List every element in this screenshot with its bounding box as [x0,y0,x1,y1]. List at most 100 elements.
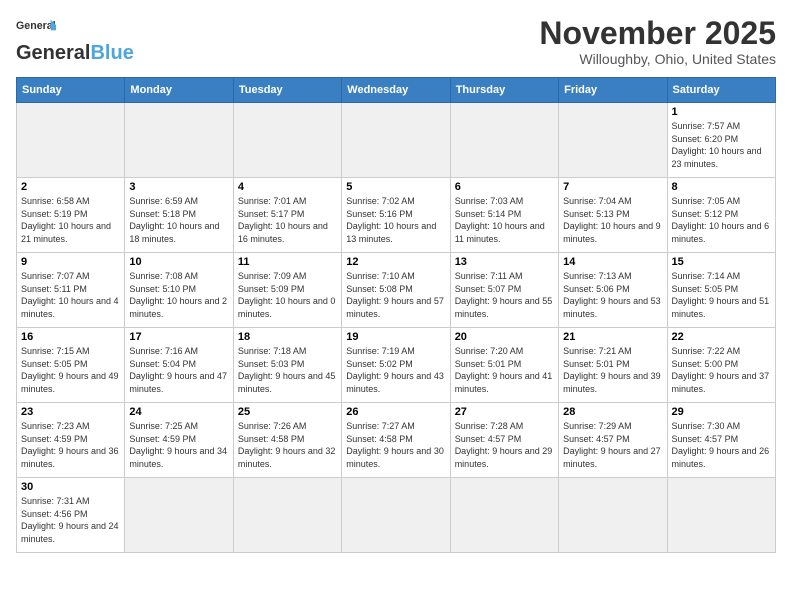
calendar-cell [233,103,341,178]
calendar-cell: 6Sunrise: 7:03 AM Sunset: 5:14 PM Daylig… [450,178,558,253]
week-row-4: 16Sunrise: 7:15 AM Sunset: 5:05 PM Dayli… [17,328,776,403]
weekday-header-tuesday: Tuesday [233,78,341,103]
day-number: 18 [238,331,337,343]
calendar-cell: 27 Sunrise: 7:28 AM Sunset: 4:57 PM Dayli… [450,403,558,478]
day-info: Sunrise: 7:20 AM Sunset: 5:01 PM Dayligh… [455,345,554,395]
weekday-header-row: SundayMondayTuesdayWednesdayThursdayFrid… [17,78,776,103]
weekday-header-monday: Monday [125,78,233,103]
calendar-cell: 13Sunrise: 7:11 AM Sunset: 5:07 PM Dayli… [450,253,558,328]
weekday-header-wednesday: Wednesday [342,78,450,103]
day-number: 11 [238,256,337,268]
day-info: Sunrise: 7:29 AM Sunset: 4:57 PM Dayligh… [563,420,662,470]
week-row-1: 1Sunrise: 7:57 AM Sunset: 6:20 PM Daylig… [17,103,776,178]
calendar-cell: 7Sunrise: 7:04 AM Sunset: 5:13 PM Daylig… [559,178,667,253]
day-info: Sunrise: 7:25 AM Sunset: 4:59 PM Dayligh… [129,420,228,470]
calendar-table: SundayMondayTuesdayWednesdayThursdayFrid… [16,77,776,553]
calendar-cell: 10 Sunrise: 7:08 AM Sunset: 5:10 PM Dayli… [125,253,233,328]
day-info: Sunrise: 7:09 AM Sunset: 5:09 PM Dayligh… [238,270,337,320]
day-number: 28 [563,406,662,418]
day-number: 14 [563,256,662,268]
day-number: 10 [129,256,228,268]
day-number: 9 [21,256,120,268]
day-info: Sunrise: 7:08 AM Sunset: 5:10 PM Dayligh… [129,270,228,320]
day-number: 23 [21,406,120,418]
logo-icon: General [16,16,56,38]
calendar-cell: 20 Sunrise: 7:20 AM Sunset: 5:01 PM Dayli… [450,328,558,403]
day-info: Sunrise: 6:59 AM Sunset: 5:18 PM Dayligh… [129,195,228,245]
calendar-cell [559,478,667,553]
day-info: Sunrise: 7:22 AM Sunset: 5:00 PM Dayligh… [672,345,771,395]
calendar-cell: 3 Sunrise: 6:59 AM Sunset: 5:18 PM Daylig… [125,178,233,253]
day-number: 19 [346,331,445,343]
calendar-cell: 30 Sunrise: 7:31 AM Sunset: 4:56 PM Dayli… [17,478,125,553]
day-info: Sunrise: 7:07 AM Sunset: 5:11 PM Dayligh… [21,270,120,320]
calendar-cell: 24 Sunrise: 7:25 AM Sunset: 4:59 PM Dayli… [125,403,233,478]
calendar-cell: 12 Sunrise: 7:10 AM Sunset: 5:08 PM Dayli… [342,253,450,328]
week-row-6: 30 Sunrise: 7:31 AM Sunset: 4:56 PM Dayli… [17,478,776,553]
day-number: 27 [455,406,554,418]
month-title: November 2025 [539,16,776,51]
day-number: 24 [129,406,228,418]
day-info: Sunrise: 7:28 AM Sunset: 4:57 PM Dayligh… [455,420,554,470]
calendar-cell: 18 Sunrise: 7:18 AM Sunset: 5:03 PM Dayli… [233,328,341,403]
day-info: Sunrise: 6:58 AM Sunset: 5:19 PM Dayligh… [21,195,120,245]
day-number: 25 [238,406,337,418]
week-row-5: 23Sunrise: 7:23 AM Sunset: 4:59 PM Dayli… [17,403,776,478]
day-number: 30 [21,481,120,493]
day-info: Sunrise: 7:02 AM Sunset: 5:16 PM Dayligh… [346,195,445,245]
day-info: Sunrise: 7:10 AM Sunset: 5:08 PM Dayligh… [346,270,445,320]
day-info: Sunrise: 7:14 AM Sunset: 5:05 PM Dayligh… [672,270,771,320]
day-info: Sunrise: 7:15 AM Sunset: 5:05 PM Dayligh… [21,345,120,395]
weekday-header-sunday: Sunday [17,78,125,103]
calendar-cell [17,103,125,178]
weekday-header-thursday: Thursday [450,78,558,103]
calendar-cell: 17Sunrise: 7:16 AM Sunset: 5:04 PM Dayli… [125,328,233,403]
weekday-header-saturday: Saturday [667,78,775,103]
calendar-cell [450,478,558,553]
day-info: Sunrise: 7:31 AM Sunset: 4:56 PM Dayligh… [21,495,120,545]
day-number: 15 [672,256,771,268]
calendar-cell [667,478,775,553]
day-number: 3 [129,181,228,193]
day-info: Sunrise: 7:18 AM Sunset: 5:03 PM Dayligh… [238,345,337,395]
calendar-cell [450,103,558,178]
day-number: 26 [346,406,445,418]
calendar-cell: 4Sunrise: 7:01 AM Sunset: 5:17 PM Daylig… [233,178,341,253]
day-number: 12 [346,256,445,268]
day-number: 1 [672,106,771,118]
week-row-2: 2 Sunrise: 6:58 AM Sunset: 5:19 PM Daylig… [17,178,776,253]
day-number: 29 [672,406,771,418]
day-number: 5 [346,181,445,193]
day-info: Sunrise: 7:16 AM Sunset: 5:04 PM Dayligh… [129,345,228,395]
calendar-cell: 1Sunrise: 7:57 AM Sunset: 6:20 PM Daylig… [667,103,775,178]
calendar-cell: 5 Sunrise: 7:02 AM Sunset: 5:16 PM Daylig… [342,178,450,253]
calendar-cell: 2 Sunrise: 6:58 AM Sunset: 5:19 PM Daylig… [17,178,125,253]
week-row-3: 9 Sunrise: 7:07 AM Sunset: 5:11 PM Daylig… [17,253,776,328]
calendar-cell: 22 Sunrise: 7:22 AM Sunset: 5:00 PM Dayli… [667,328,775,403]
calendar-cell [233,478,341,553]
day-number: 6 [455,181,554,193]
svg-text:General: General [16,20,56,32]
calendar-cell: 14Sunrise: 7:13 AM Sunset: 5:06 PM Dayli… [559,253,667,328]
day-info: Sunrise: 7:11 AM Sunset: 5:07 PM Dayligh… [455,270,554,320]
calendar-cell: 8Sunrise: 7:05 AM Sunset: 5:12 PM Daylig… [667,178,775,253]
day-info: Sunrise: 7:30 AM Sunset: 4:57 PM Dayligh… [672,420,771,470]
calendar-cell [342,478,450,553]
day-info: Sunrise: 7:04 AM Sunset: 5:13 PM Dayligh… [563,195,662,245]
logo: General General Blue [16,16,134,65]
day-info: Sunrise: 7:01 AM Sunset: 5:17 PM Dayligh… [238,195,337,245]
calendar-cell: 25Sunrise: 7:26 AM Sunset: 4:58 PM Dayli… [233,403,341,478]
day-number: 20 [455,331,554,343]
logo-blue: Blue [90,42,133,65]
weekday-header-friday: Friday [559,78,667,103]
location: Willoughby, Ohio, United States [539,51,776,67]
calendar-cell: 28 Sunrise: 7:29 AM Sunset: 4:57 PM Dayli… [559,403,667,478]
calendar-cell: 15 Sunrise: 7:14 AM Sunset: 5:05 PM Dayli… [667,253,775,328]
calendar-cell: 11 Sunrise: 7:09 AM Sunset: 5:09 PM Dayli… [233,253,341,328]
calendar-cell [559,103,667,178]
day-number: 22 [672,331,771,343]
day-number: 8 [672,181,771,193]
calendar-cell: 26Sunrise: 7:27 AM Sunset: 4:58 PM Dayli… [342,403,450,478]
calendar-cell [125,103,233,178]
day-number: 2 [21,181,120,193]
